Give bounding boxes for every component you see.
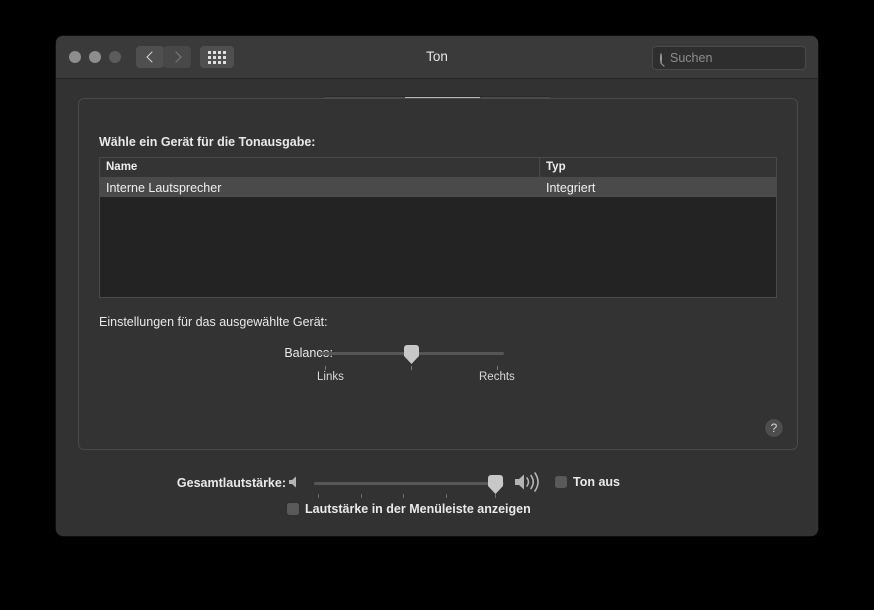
volume-tick-1 bbox=[318, 494, 319, 498]
table-row[interactable]: Interne Lautsprecher Integriert bbox=[100, 178, 776, 197]
balance-left-label: Links bbox=[317, 371, 344, 383]
settings-label: Einstellungen für das ausgewählte Gerät: bbox=[99, 315, 328, 329]
search-input[interactable] bbox=[668, 50, 818, 66]
volume-tick-2 bbox=[361, 494, 362, 498]
volume-slider-thumb[interactable] bbox=[488, 475, 503, 494]
balance-tick-left bbox=[325, 366, 326, 370]
master-volume-row: Gesamtlautstärke: Ton aus bbox=[56, 468, 818, 498]
speaker-mute-icon bbox=[289, 476, 296, 488]
column-header-typ[interactable]: Typ bbox=[540, 158, 776, 177]
mute-checkbox[interactable] bbox=[555, 476, 567, 488]
speaker-loud-icon bbox=[515, 472, 539, 492]
show-volume-menubar-group[interactable]: Lautstärke in der Menüleiste anzeigen bbox=[287, 502, 531, 516]
column-header-name[interactable]: Name bbox=[100, 158, 540, 177]
search-icon bbox=[660, 52, 662, 64]
mute-checkbox-group[interactable]: Ton aus bbox=[555, 475, 620, 489]
balance-right-label: Rechts bbox=[479, 371, 515, 383]
volume-tick-4 bbox=[446, 494, 447, 498]
volume-tick-5 bbox=[495, 494, 496, 498]
balance-tick-center bbox=[411, 366, 412, 370]
show-volume-menubar-label: Lautstärke in der Menüleiste anzeigen bbox=[305, 502, 531, 516]
choose-device-label: Wähle ein Gerät für die Tonausgabe: bbox=[99, 135, 316, 149]
show-volume-menubar-checkbox[interactable] bbox=[287, 503, 299, 515]
output-settings-panel: Wähle ein Gerät für die Tonausgabe: Name… bbox=[78, 98, 798, 450]
master-volume-label: Gesamtlautstärke: bbox=[176, 476, 286, 490]
cell-device-name: Interne Lautsprecher bbox=[106, 180, 222, 195]
mute-label: Ton aus bbox=[573, 475, 620, 489]
device-table[interactable]: Name Typ Interne Lautsprecher Integriert bbox=[99, 157, 777, 298]
balance-tick-right bbox=[497, 366, 498, 370]
window-titlebar: Ton bbox=[56, 36, 818, 79]
table-header-row: Name Typ bbox=[100, 158, 776, 178]
balance-slider-thumb[interactable] bbox=[404, 345, 419, 364]
help-button[interactable]: ? bbox=[765, 419, 783, 437]
volume-slider-track[interactable] bbox=[314, 482, 504, 485]
search-box[interactable] bbox=[652, 46, 818, 70]
cell-device-type: Integriert bbox=[546, 180, 596, 195]
sound-preferences-window: Ton Toneffekte Ausgabe Eingabe Wähle ein… bbox=[56, 36, 818, 536]
balance-label: Balance: bbox=[284, 346, 333, 360]
volume-tick-3 bbox=[403, 494, 404, 498]
